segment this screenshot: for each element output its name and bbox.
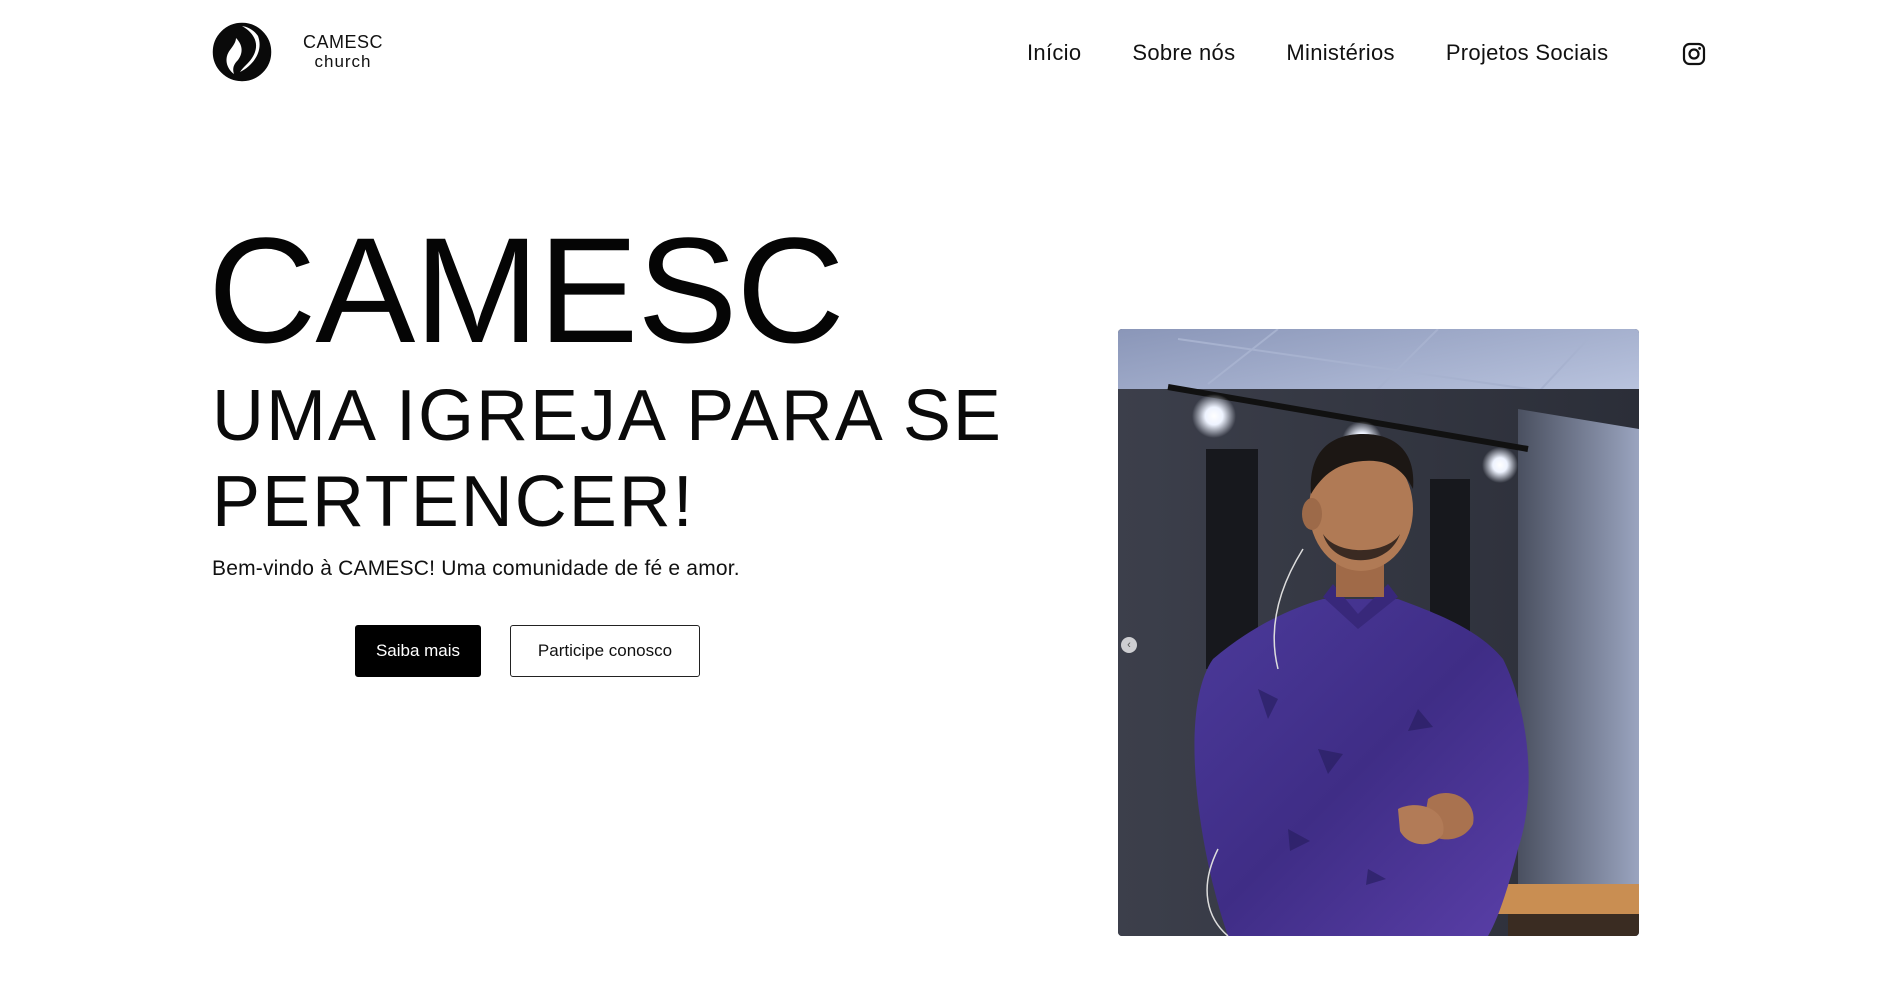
- chevron-left-icon[interactable]: ‹: [1121, 637, 1137, 653]
- site-header: CAMESC church Início Sobre nós Ministéri…: [0, 0, 1898, 108]
- hero-description: Bem-vindo à CAMESC! Uma comunidade de fé…: [212, 557, 740, 580]
- hero-title: CAMESC: [208, 206, 845, 374]
- nav-item-projetos-sociais[interactable]: Projetos Sociais: [1446, 38, 1609, 68]
- nav-item-ministerios[interactable]: Ministérios: [1286, 38, 1394, 68]
- nav-item-sobre-nos[interactable]: Sobre nós: [1132, 38, 1235, 68]
- instagram-icon[interactable]: [1682, 42, 1706, 66]
- main-nav: Início Sobre nós Ministérios Projetos So…: [1027, 38, 1659, 68]
- brand-subtitle: church: [314, 52, 372, 71]
- pastor-photo: [1118, 329, 1639, 936]
- hero-subtitle: UMA IGREJA PARA SE PERTENCER!: [212, 376, 1003, 542]
- camesc-logo-icon[interactable]: [212, 22, 272, 82]
- saiba-mais-button[interactable]: Saiba mais: [355, 625, 481, 677]
- brand-text[interactable]: CAMESC church: [288, 32, 398, 72]
- nav-item-inicio[interactable]: Início: [1027, 38, 1081, 68]
- participe-conosco-button[interactable]: Participe conosco: [510, 625, 700, 677]
- brand-name: CAMESC: [302, 32, 383, 52]
